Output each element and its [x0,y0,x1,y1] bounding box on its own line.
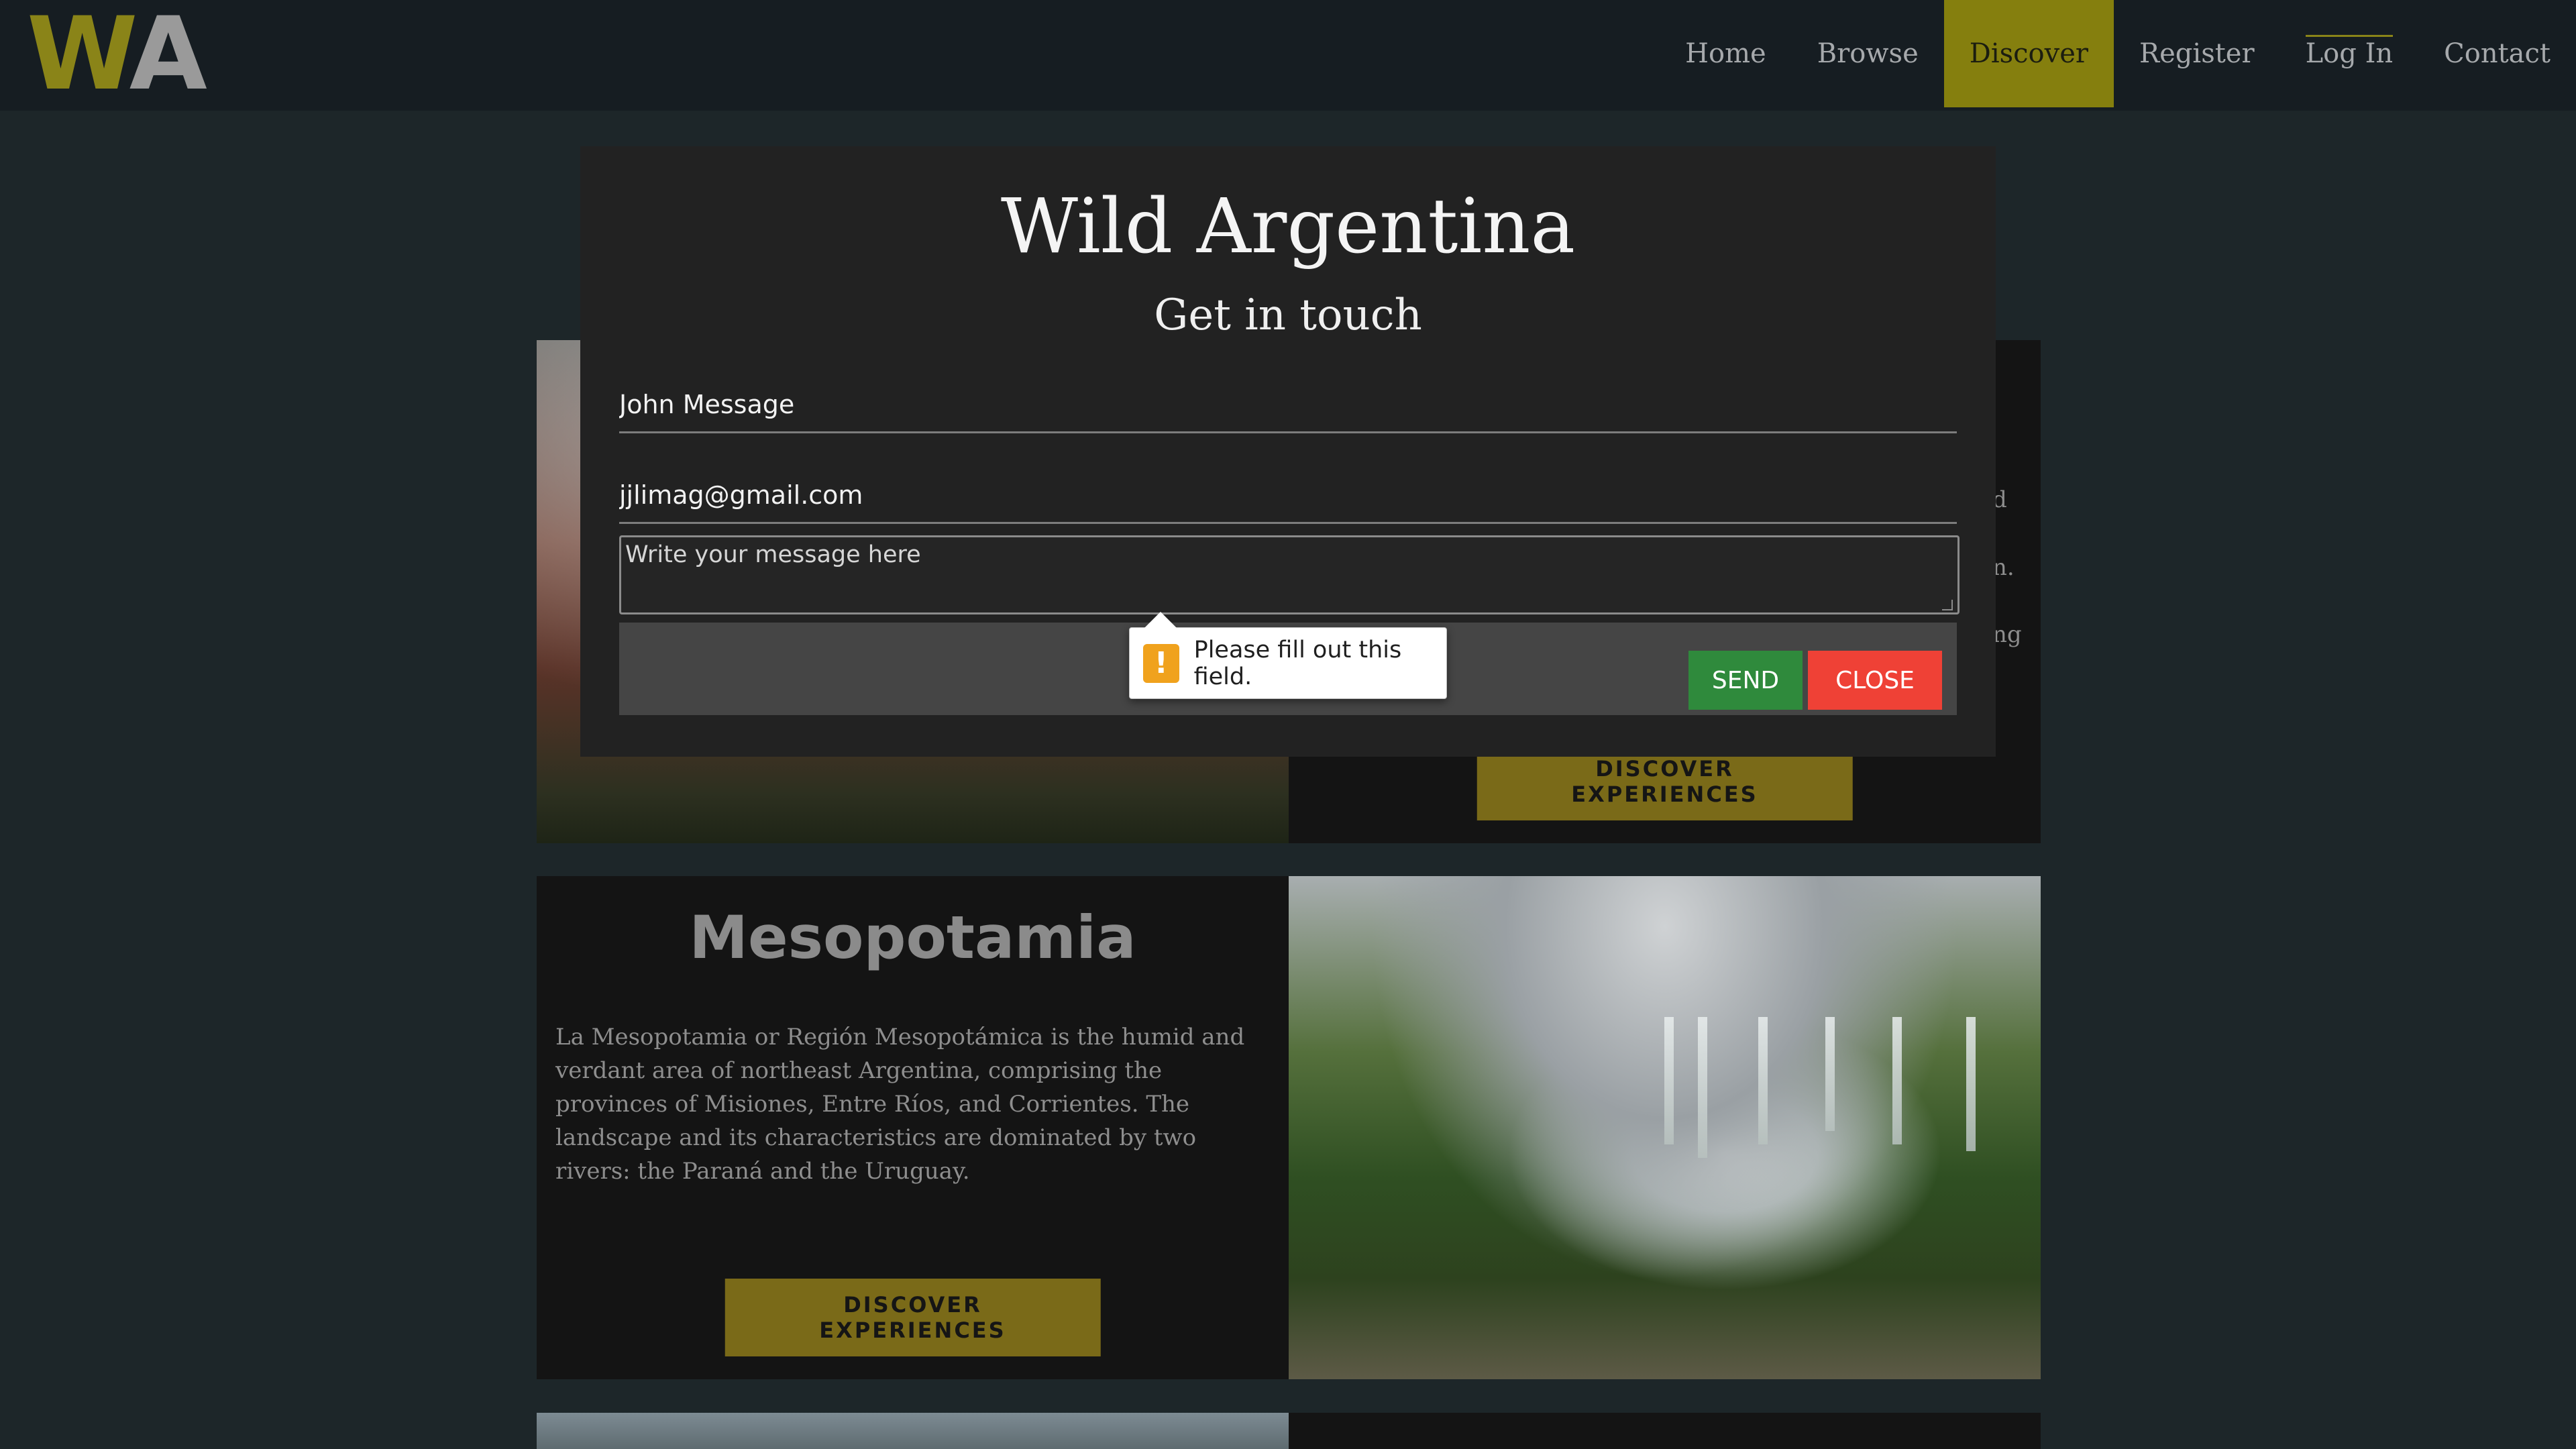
region-text-panel [1289,1413,2041,1449]
modal-subtitle: Get in touch [1154,290,1422,340]
top-navigation-bar: WA Home Browse Discover Register Log In … [0,0,2576,111]
main-nav: Home Browse Discover Register Log In Con… [1660,0,2576,107]
region-description: La Mesopotamia or Región Mesopotámica is… [555,1024,1245,1185]
nav-discover[interactable]: Discover [1943,0,2114,107]
logo-letter-w: W [27,0,133,113]
region-photo-waterfalls [1289,876,2041,1379]
textarea-resize-handle[interactable] [1942,600,1953,610]
logo-letter-a: A [129,0,207,113]
nav-browse[interactable]: Browse [1792,0,1944,107]
waterfall-stream [1664,1017,1674,1144]
region-card-mesopotamia: Mesopotamia La Mesopotamia or Región Mes… [537,876,2041,1379]
send-button[interactable]: SEND [1688,651,1803,710]
waterfall-stream [1825,1017,1835,1131]
waterfall-stream [1758,1017,1768,1144]
message-textarea[interactable] [619,535,1960,614]
nav-register[interactable]: Register [2114,0,2280,107]
name-field[interactable] [619,378,1957,433]
obscured-text-fragment: ng [1992,621,2022,648]
nav-home[interactable]: Home [1660,0,1792,107]
region-text-panel: Mesopotamia La Mesopotamia or Región Mes… [537,876,1289,1379]
close-button[interactable]: CLOSE [1808,651,1942,710]
modal-title: Wild Argentina [1000,183,1576,270]
nav-contact[interactable]: Contact [2418,0,2576,107]
validation-tooltip: ! Please fill out this field. [1129,612,1447,699]
warning-icon: ! [1143,643,1179,683]
site-logo[interactable]: WA [27,4,207,105]
validation-message: Please fill out this field. [1193,636,1402,690]
waterfall-stream [1698,1017,1707,1158]
nav-login[interactable]: Log In [2280,0,2419,107]
region-card-3 [537,1413,2041,1449]
discover-experiences-button[interactable]: DISCOVER EXPERIENCES [724,1279,1101,1356]
email-field[interactable] [619,468,1957,524]
region-photo [537,1413,1289,1449]
region-title: Mesopotamia [689,903,1136,972]
waterfall-stream [1892,1017,1902,1144]
waterfall-stream [1966,1017,1976,1151]
